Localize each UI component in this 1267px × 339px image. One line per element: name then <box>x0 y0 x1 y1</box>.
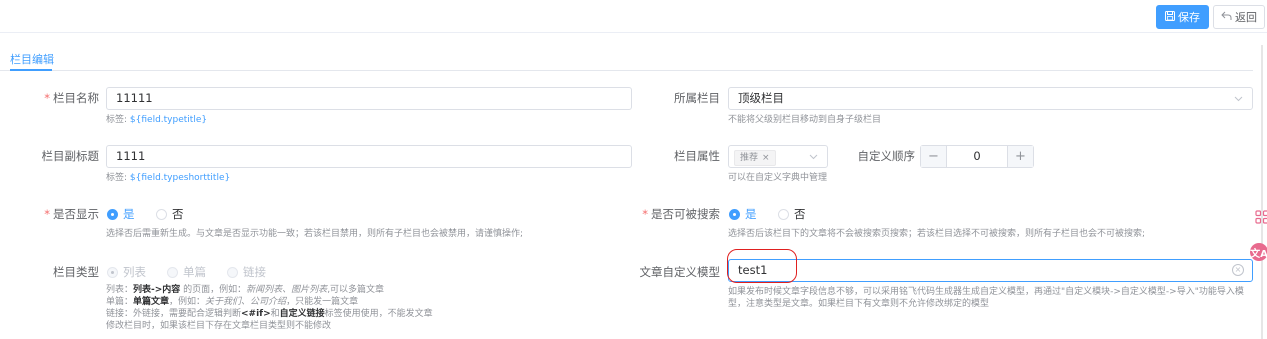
column-type-hint-list: 列表：列表->内容 的页面，例如：新闻列表、图片列表,可以多篇文章 <box>106 285 384 296</box>
subtitle-hint-prefix: 标签: <box>106 173 128 183</box>
chevron-down-icon <box>809 147 818 168</box>
display-radio-no-label: 否 <box>172 207 184 221</box>
hint-text: ,可以多篇文章 <box>327 285 385 295</box>
subtitle-label: 栏目副标题 <box>41 149 100 163</box>
attribute-hint: 可以在自定义字典中管理 <box>728 173 828 183</box>
grid-apps-icon[interactable] <box>1252 207 1267 227</box>
attribute-tag: 推荐 × <box>734 150 776 166</box>
hint-text: 单篇： <box>106 297 134 307</box>
column-type-hint-single: 单篇：单篇文章，例如：关于我们、公司介绍，只能发一篇文章 <box>106 297 358 308</box>
searchable-radio-yes-label: 是 <box>745 207 757 221</box>
searchable-radio-yes[interactable]: 是 <box>729 206 757 222</box>
subtitle-hint-tag: ${field.typeshorttitle} <box>129 173 231 183</box>
custom-model-input[interactable]: test1 × <box>728 259 1253 282</box>
column-type-hint-note: 修改栏目时，如果该栏目下存在文章栏目类型则不能修改 <box>106 321 332 331</box>
display-radio-yes-label: 是 <box>123 207 135 221</box>
tab-active-underline <box>10 69 52 71</box>
column-type-hint-link: 链接：外链接，需要配合逻辑判断<#if>和自定义链接标签使用使用，不能发文章 <box>106 309 433 320</box>
display-label: * 是否显示 <box>30 206 99 222</box>
column-type-label: 栏目类型 <box>53 265 99 279</box>
parent-select[interactable]: 顶级栏目 <box>728 87 1253 110</box>
back-label: 返回 <box>1235 11 1257 24</box>
back-button[interactable]: 返回 <box>1213 5 1265 29</box>
searchable-radio-no[interactable]: 否 <box>778 206 806 222</box>
parent-hint: 不能将父级别栏目移动到自身子级栏目 <box>728 115 882 125</box>
display-hint: 选择否后需重新生成。与文章是否显示功能一致；若该栏目禁用，则所有子栏目也会被禁用… <box>106 229 524 239</box>
required-mark: * <box>44 91 50 105</box>
column-type-single-label: 单篇 <box>183 265 206 279</box>
typename-label: * 栏目名称 <box>30 90 99 106</box>
radio-disabled-icon <box>227 266 238 278</box>
tab-column-edit[interactable]: 栏目编辑 <box>10 51 54 67</box>
typename-hint-tag: ${field.typetitle} <box>129 115 208 125</box>
save-icon <box>1165 10 1175 24</box>
stepper-minus-button[interactable]: − <box>921 146 947 167</box>
required-mark: * <box>44 207 50 221</box>
subtitle-hint: 标签: ${field.typeshorttitle} <box>106 173 230 184</box>
order-stepper[interactable]: − 0 + <box>920 145 1034 168</box>
display-radio-no[interactable]: 否 <box>156 206 184 222</box>
attribute-select[interactable]: 推荐 × <box>728 145 828 168</box>
radio-unchecked-icon <box>778 208 789 220</box>
top-toolbar: 保存 返回 <box>0 0 1267 33</box>
display-radio-yes[interactable]: 是 <box>107 206 135 222</box>
typename-hint-prefix: 标签: <box>106 115 128 125</box>
chevron-down-icon <box>1234 89 1243 110</box>
hint-text: 列表： <box>106 285 134 295</box>
hint-bold: 自定义链接 <box>279 309 325 319</box>
hint-bold: 单篇文章 <box>133 297 170 307</box>
subtitle-input[interactable]: 1111 <box>106 145 632 168</box>
custom-model-label: 文章自定义模型 <box>639 265 721 279</box>
column-type-radio-list[interactable]: 列表 <box>107 264 146 280</box>
searchable-label-text: 是否可被搜索 <box>651 207 720 221</box>
radio-checked-icon <box>729 208 740 220</box>
save-label: 保存 <box>1178 11 1200 24</box>
parent-label: 所属栏目 <box>674 91 720 105</box>
highlight-annotation <box>727 249 797 283</box>
close-icon[interactable]: × <box>762 151 770 165</box>
typename-input[interactable]: 11111 <box>106 87 632 110</box>
column-type-radio-single[interactable]: 单篇 <box>167 264 206 280</box>
hint-text: 和 <box>270 309 280 319</box>
hint-text: 标签使用使用，不能发文章 <box>324 309 433 319</box>
stepper-plus-button[interactable]: + <box>1007 146 1033 167</box>
order-label: 自定义顺序 <box>857 149 916 163</box>
typename-label-text: 栏目名称 <box>53 91 99 105</box>
clear-icon[interactable]: × <box>1232 264 1244 276</box>
hint-text: ，只能发一篇文章 <box>286 297 359 307</box>
column-type-radio-link[interactable]: 链接 <box>227 264 266 280</box>
radio-checked-disabled-icon <box>107 266 118 278</box>
custom-model-hint-2: 型，注意类型是文章。如果栏目下有文章则不允许修改绑定的模型 <box>728 299 990 309</box>
scrollbar-track[interactable] <box>1261 45 1263 339</box>
hint-text: 的页面，例如： <box>180 285 247 295</box>
typename-hint: 标签: ${field.typetitle} <box>106 115 207 126</box>
parent-select-value: 顶级栏目 <box>738 91 784 105</box>
display-label-text: 是否显示 <box>53 207 99 221</box>
hint-bold: <#if> <box>241 309 271 319</box>
radio-unchecked-icon <box>156 208 167 220</box>
attribute-label: 栏目属性 <box>674 149 720 163</box>
stepper-value[interactable]: 0 <box>947 146 1007 167</box>
save-button[interactable]: 保存 <box>1156 5 1209 29</box>
required-mark: * <box>642 207 648 221</box>
hint-text: 链接：外链接，需要配合逻辑判断 <box>106 309 242 319</box>
column-type-link-label: 链接 <box>243 265 266 279</box>
column-type-list-label: 列表 <box>123 265 146 279</box>
searchable-label: * 是否可被搜索 <box>640 206 720 222</box>
custom-model-hint-1: 如果发布时候文章字段信息不够，可以采用铭飞代码生成器生成自定义模型，再通过"自定… <box>728 287 1244 297</box>
attribute-tag-label: 推荐 <box>740 153 759 163</box>
back-arrow-icon <box>1221 11 1232 24</box>
hint-italic: 新闻列表、图片列表 <box>246 285 328 295</box>
radio-checked-icon <box>107 208 118 220</box>
translate-icon[interactable]: 文A <box>1250 243 1267 261</box>
searchable-hint: 选择否后该栏目下的文章将不会被搜索页搜索；若该栏目选择不可被搜索，则所有子栏目也… <box>728 229 1146 239</box>
hint-bold: 列表->内容 <box>133 285 181 295</box>
radio-disabled-icon <box>167 266 178 278</box>
hint-italic: 关于我们、公司介绍 <box>205 297 287 307</box>
tab-bar: 栏目编辑 <box>0 45 1253 71</box>
hint-text: ，例如： <box>169 297 206 307</box>
searchable-radio-no-label: 否 <box>794 207 806 221</box>
